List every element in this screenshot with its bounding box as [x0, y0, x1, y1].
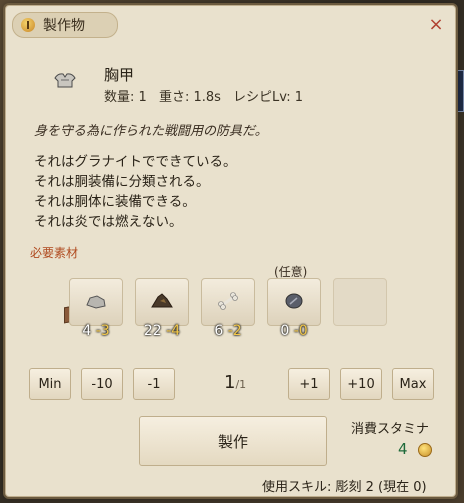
- plus-1-button[interactable]: +1: [288, 368, 330, 400]
- close-button[interactable]: ×: [427, 16, 445, 34]
- bone-icon: [218, 292, 238, 310]
- material-slot-ore[interactable]: 22 -4: [135, 278, 189, 339]
- minus-10-button[interactable]: -10: [81, 368, 123, 400]
- material-slot-gem[interactable]: 0 -0: [267, 278, 321, 339]
- property-line: それは胴装備に分類される。: [34, 174, 210, 190]
- item-description: 身を守る為に作られた戦闘用の防具だ。: [34, 124, 268, 139]
- quantity-current: 1: [224, 372, 236, 393]
- item-name: 胸甲: [104, 66, 135, 84]
- item-quantity: 数量: 1: [104, 90, 147, 105]
- quantity-display: 1/1: [224, 372, 246, 393]
- window-title-tab: 製作物: [12, 12, 118, 38]
- material-count: 0 -0: [280, 323, 308, 339]
- stamina-label: 消費スタミナ: [351, 422, 430, 437]
- min-button[interactable]: Min: [29, 368, 71, 400]
- materials-label: 必要素材: [30, 246, 79, 260]
- pin-icon: [21, 18, 35, 32]
- max-button[interactable]: Max: [392, 368, 434, 400]
- material-slot-granite[interactable]: 4 -3: [69, 278, 123, 339]
- item-weight: 重さ: 1.8s: [158, 90, 221, 105]
- ore-icon: [151, 293, 173, 308]
- material-slot-bone[interactable]: 6 -2: [201, 278, 255, 339]
- granite-icon: [86, 295, 106, 309]
- item-recipe-level: レシピLv: 1: [233, 90, 304, 105]
- window-title: 製作物: [43, 18, 85, 34]
- item-meta: 数量: 1 重さ: 1.8s レシピLv: 1: [104, 86, 311, 105]
- property-line: それはグラナイトでできている。: [34, 154, 237, 170]
- coin-icon: [418, 443, 432, 457]
- craft-button[interactable]: 製作: [139, 416, 327, 466]
- plus-10-button[interactable]: +10: [340, 368, 382, 400]
- skill-requirement: 使用スキル: 彫刻 2 (現在 0): [262, 480, 427, 495]
- item-properties: それはグラナイトでできている。 それは胴装備に分類される。 それは胴体に装備でき…: [34, 152, 237, 232]
- material-count: 22 -4: [143, 323, 181, 339]
- breastplate-icon: [54, 73, 76, 88]
- material-count: 6 -2: [214, 323, 242, 339]
- material-slot-empty[interactable]: [333, 278, 387, 326]
- minus-1-button[interactable]: -1: [133, 368, 175, 400]
- close-icon[interactable]: ×: [428, 14, 443, 35]
- property-line: それは炎では燃えない。: [34, 214, 183, 230]
- crafting-window: 製作物 × 胸甲 数量: 1 重さ: 1.8s レシピLv: 1 身を守る為に作…: [5, 5, 456, 497]
- stamina-value: 4: [398, 440, 408, 458]
- property-line: それは胴体に装備できる。: [34, 194, 196, 210]
- material-count: 4 -3: [82, 323, 110, 339]
- quantity-total: /1: [235, 378, 247, 391]
- gem-icon: [285, 293, 303, 309]
